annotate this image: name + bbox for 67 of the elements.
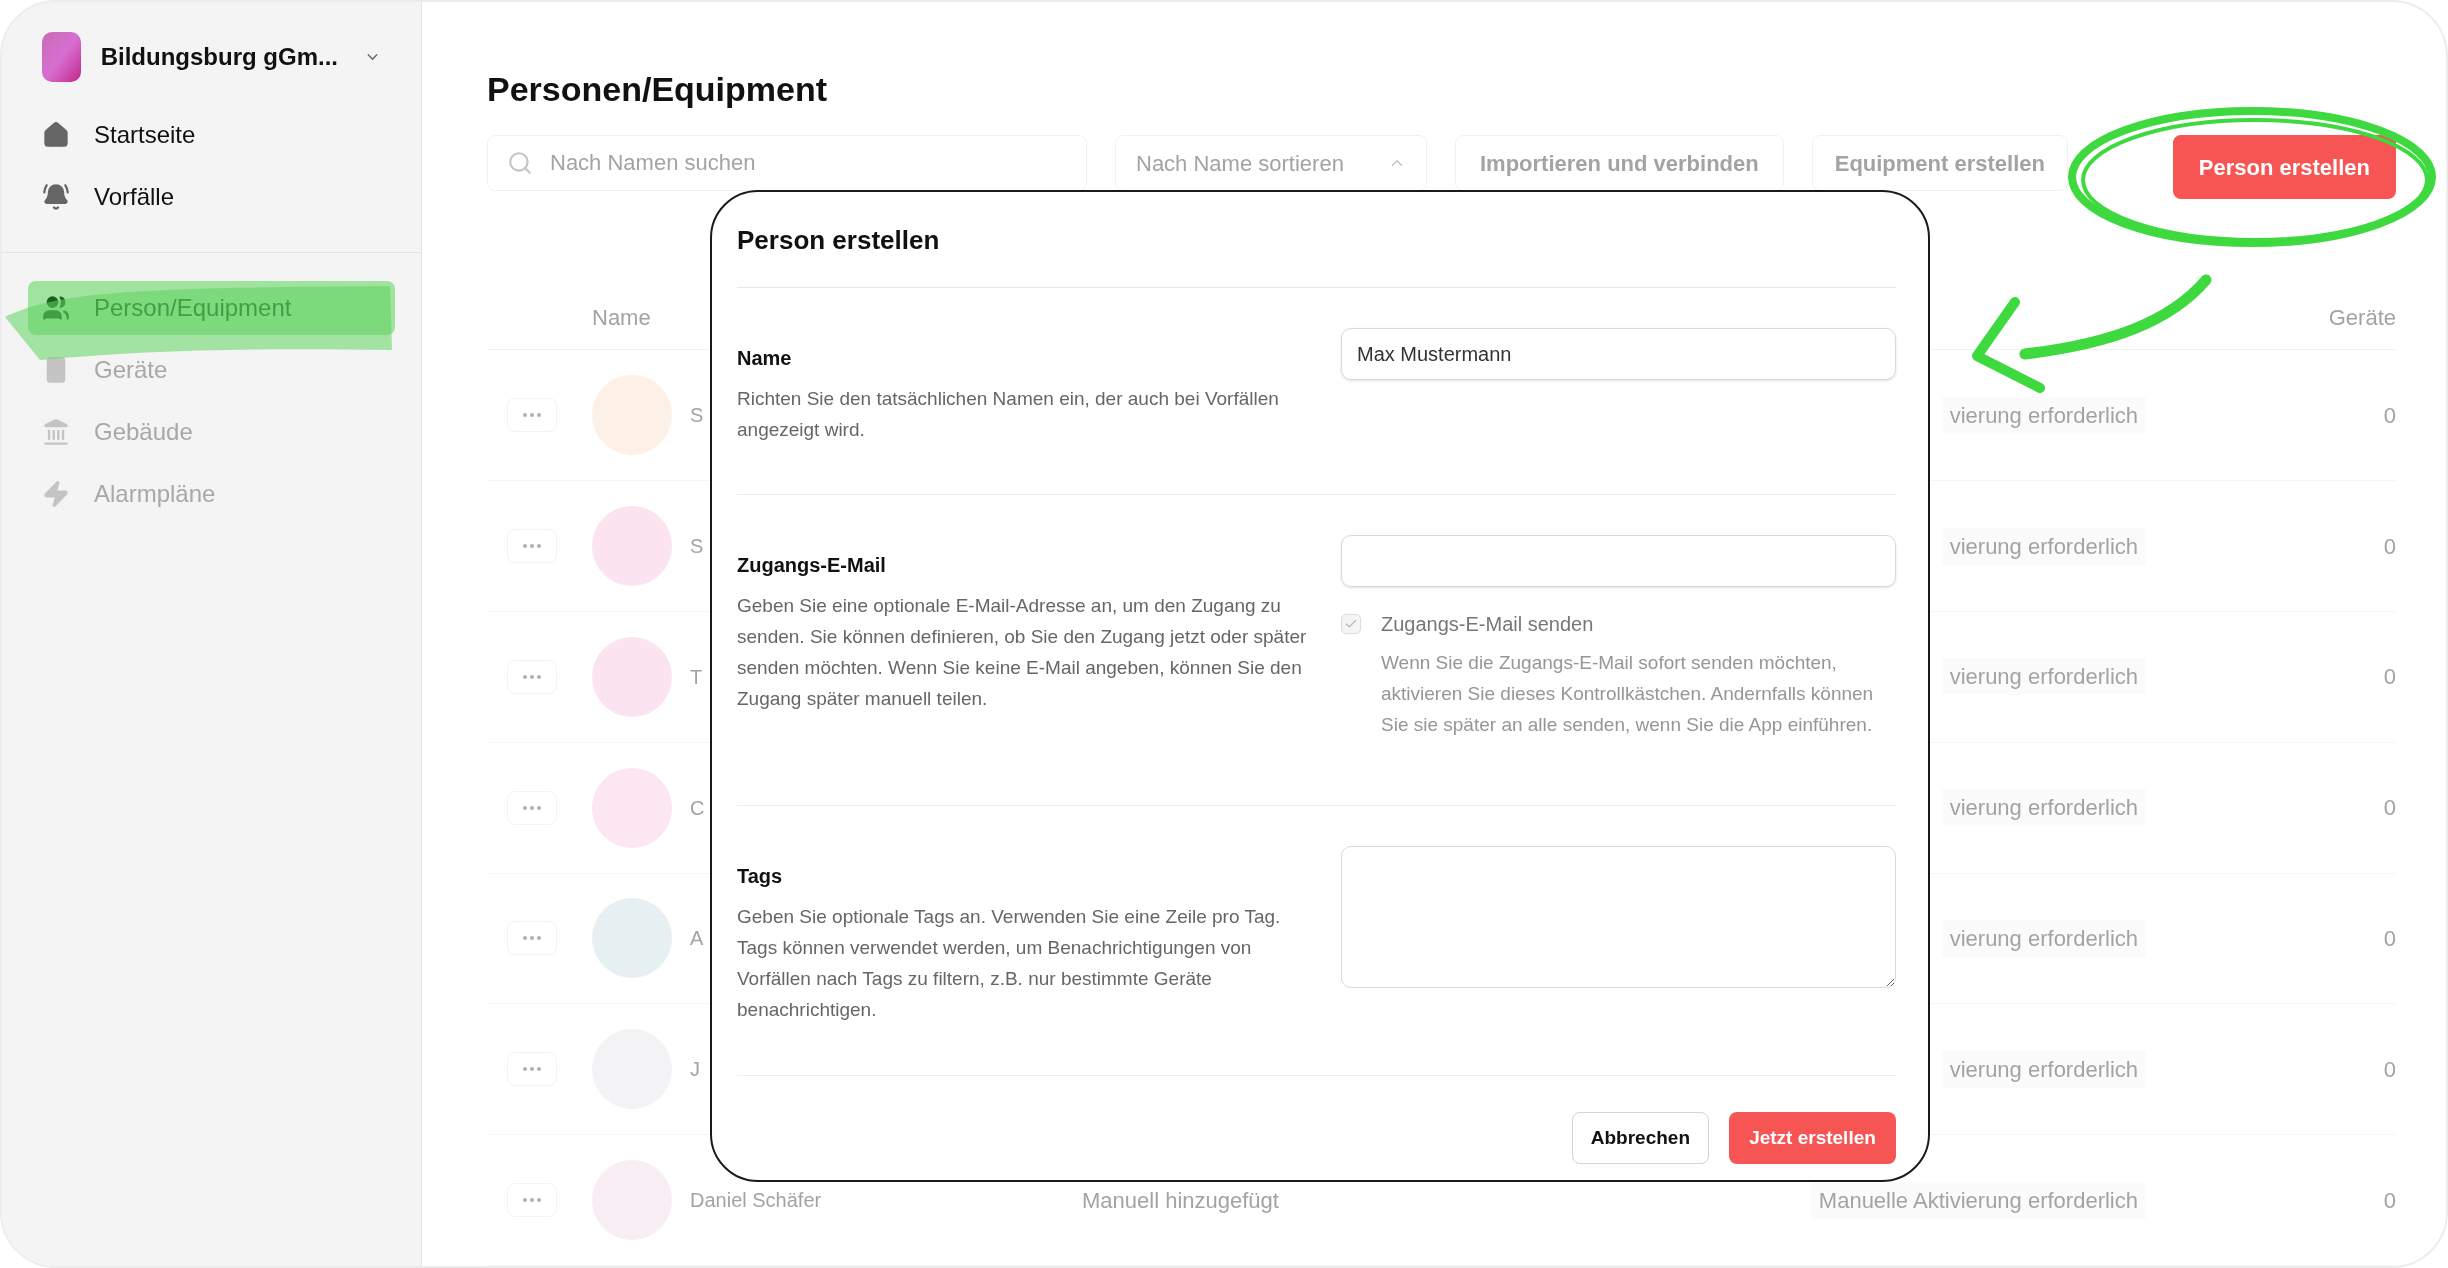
bell-icon xyxy=(42,183,70,211)
status-text: Manuelle Aktivierung erforderlich xyxy=(1810,1181,2146,1219)
checkbox-label: Zugangs-E-Mail senden xyxy=(1381,612,1594,637)
more-icon xyxy=(523,1198,541,1203)
people-icon xyxy=(42,294,70,322)
person-name: C xyxy=(690,795,705,821)
page-title: Personen/Equipment xyxy=(487,69,829,110)
device-count: 0 xyxy=(2382,925,2396,953)
org-name[interactable]: Bildungsburg gGm... xyxy=(100,39,338,75)
status-text: vierung erforderlich xyxy=(1941,658,2146,696)
more-icon xyxy=(523,936,541,941)
person-name: A xyxy=(690,926,704,952)
status-text: vierung erforderlich xyxy=(1941,789,2146,827)
more-button[interactable] xyxy=(507,1183,557,1218)
sidebar-item[interactable]: Person/Equipment xyxy=(28,281,395,335)
tags-field[interactable] xyxy=(1341,846,1896,988)
search-field[interactable]: Nach Namen suchen xyxy=(487,135,1087,191)
check-icon xyxy=(1344,617,1358,631)
more-icon xyxy=(523,805,541,810)
dialog-title: Person erstellen xyxy=(737,192,1896,288)
status-text: vierung erforderlich xyxy=(1941,1050,2146,1088)
person-name: J xyxy=(690,1057,700,1083)
name-field[interactable]: Max Mustermann xyxy=(1341,328,1896,380)
person-name: T xyxy=(690,664,703,690)
more-button[interactable] xyxy=(507,1052,557,1087)
submit-button[interactable]: Jetzt erstellen xyxy=(1729,1112,1896,1164)
more-button[interactable] xyxy=(507,398,557,433)
more-button[interactable] xyxy=(507,659,557,694)
checkbox-help: Wenn Sie die Zugangs-E-Mail sofort senden möchten, aktivieren Sie dieses Kontrollkästchen. Andernfalls können Sie sie später an alle senden, wenn Sie die App einführen. xyxy=(1381,651,1875,737)
field-description: Geben Sie eine optionale E-Mail-Adresse an, um den Zugang zu senden. Sie können definieren, ob Sie den Zugang jetzt oder später senden möchten. Wenn Sie keine E-Mail angeben, können Sie den Zugang später manuell teilen. xyxy=(737,594,1308,711)
sidebar-item[interactable]: Vorfälle xyxy=(28,170,395,224)
device-count: 0 xyxy=(2382,663,2396,692)
more-button[interactable] xyxy=(507,790,557,825)
person-name: S xyxy=(690,403,704,429)
cancel-button[interactable]: Abbrechen xyxy=(1571,1112,1709,1164)
home-icon xyxy=(42,121,70,149)
more-icon xyxy=(523,1067,541,1072)
bolt-icon xyxy=(42,480,70,508)
status-text: vierung erforderlich xyxy=(1941,920,2146,957)
sidebar-item[interactable]: Startseite xyxy=(28,108,395,162)
search-icon xyxy=(507,150,533,176)
building-icon xyxy=(42,418,70,446)
source-text: Manuell hinzugefügt xyxy=(1082,1186,1279,1215)
device-count: 0 xyxy=(2382,1186,2396,1215)
person-name: S xyxy=(690,534,704,560)
more-icon xyxy=(523,413,541,418)
column-header: Name xyxy=(592,303,651,332)
device-count: 0 xyxy=(2382,1055,2396,1084)
device-count: 0 xyxy=(2382,532,2396,561)
field-description: Richten Sie den tatsächlichen Namen ein, der auch bei Vorfällen angezeigt wird. xyxy=(737,387,1280,442)
device-count: 0 xyxy=(2382,401,2396,430)
more-button[interactable] xyxy=(507,529,557,564)
more-icon xyxy=(523,544,541,549)
device-count: 0 xyxy=(2382,794,2396,823)
column-header: Geräte xyxy=(2328,303,2396,332)
org-logo xyxy=(42,32,81,82)
person-name: Daniel Schäfer xyxy=(690,1188,822,1214)
email-field[interactable] xyxy=(1341,535,1896,587)
field-label: Tags xyxy=(737,864,784,889)
field-label: Zugangs-E-Mail xyxy=(737,553,887,578)
field-label: Name xyxy=(737,346,793,371)
field-description: Geben Sie optionale Tags an. Verwenden Sie eine Zeile pro Tag. Tags können verwendet werden, um Benachrichtigungen von Vorfällen nach Tags zu filtern, z.B. nur bestimmte Geräte benachrichtigen. xyxy=(737,905,1282,1022)
status-text: vierung erforderlich xyxy=(1941,396,2146,434)
create-person-button[interactable]: Person erstellen xyxy=(2172,135,2396,199)
more-button[interactable] xyxy=(507,921,557,956)
status-text: vierung erforderlich xyxy=(1941,527,2146,565)
more-icon xyxy=(523,674,541,679)
